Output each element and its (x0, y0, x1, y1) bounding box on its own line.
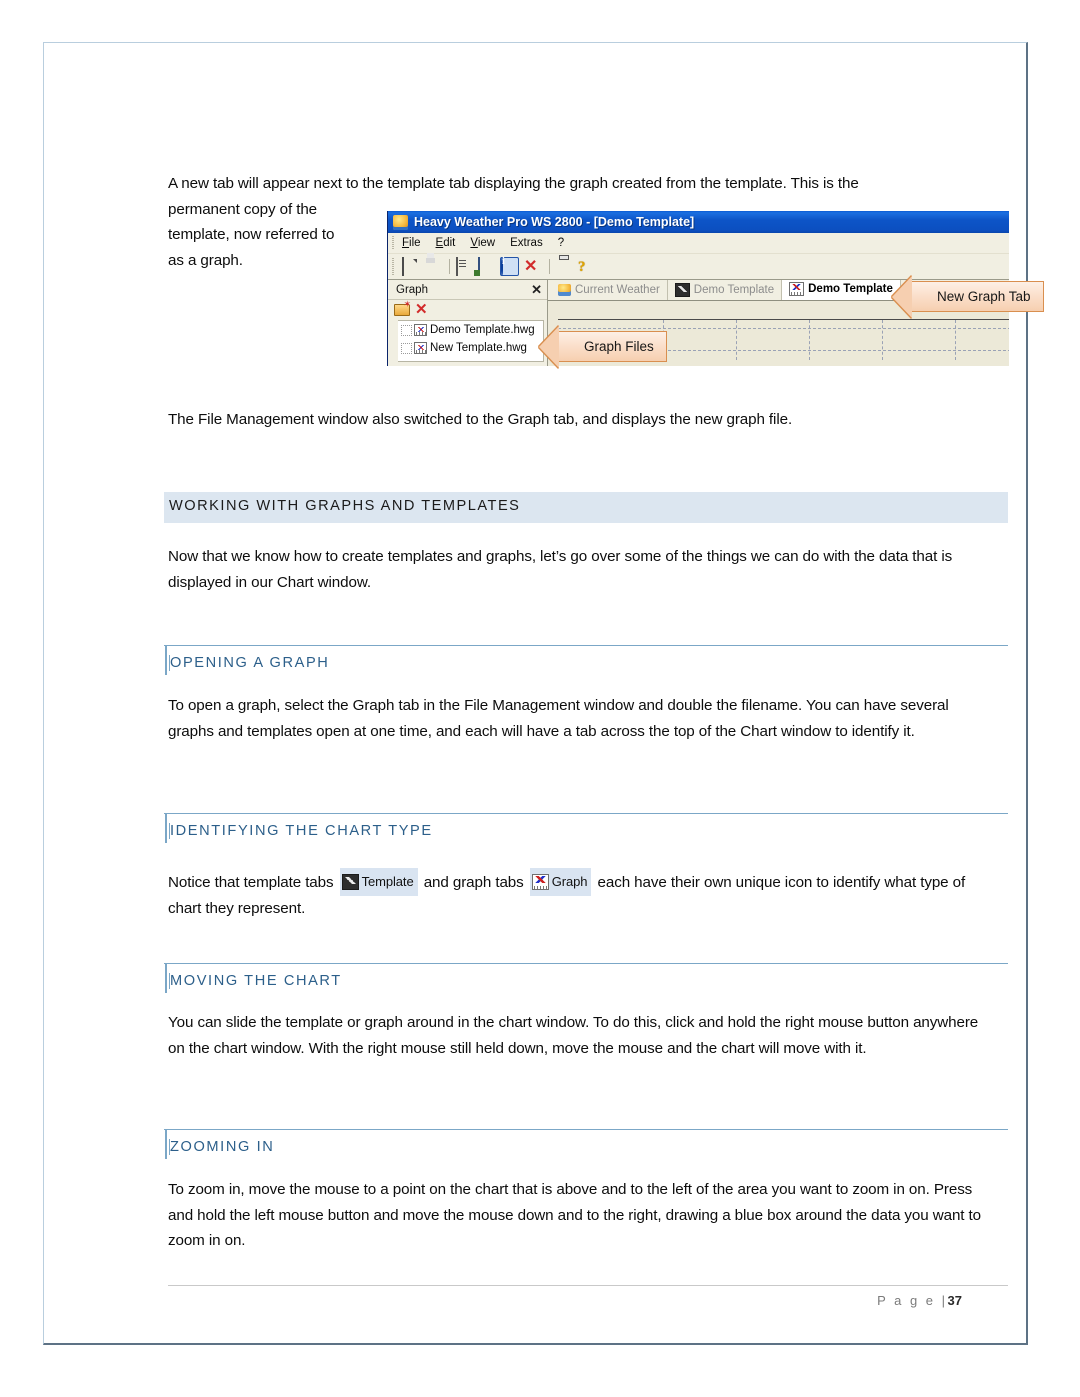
gridline-vertical (882, 320, 883, 360)
template-tab-chip: Template (339, 868, 418, 896)
tab-label: Current Weather (575, 284, 660, 296)
graph-tab-chip: Graph (529, 868, 592, 896)
toolbar-separator-1 (449, 259, 450, 274)
page-number-footer: P a g e |37 (877, 1293, 962, 1308)
gridline-horizontal (558, 328, 1009, 329)
arrow-left-icon (892, 276, 912, 318)
toolbar-separator-2 (549, 259, 550, 274)
help-icon[interactable]: ? (578, 258, 595, 275)
paragraph-zooming-in: To zoom in, move the mouse to a point on… (168, 1181, 982, 1249)
section-heading: OPENING A GRAPH (165, 645, 1008, 675)
graph-file-list: Demo Template.hwg New Template.hwg (398, 320, 544, 362)
list-item[interactable]: Demo Template.hwg (398, 321, 543, 339)
graph-icon (531, 873, 549, 890)
page-number: 37 (947, 1293, 962, 1308)
divider (164, 645, 1008, 646)
file-management-panel: Graph ✕ ✕ Demo Template.hwg New Template… (388, 280, 548, 366)
menu-item-edit[interactable]: Edit (436, 237, 456, 249)
section-opening-a-graph: OPENING A GRAPH (164, 645, 1008, 675)
file-panel-toolbar: ✕ (388, 300, 547, 319)
app-title-text: Heavy Weather Pro WS 2800 - [Demo Templa… (414, 215, 695, 229)
intro-line-4: as a graph. (168, 251, 243, 269)
callout-text: Graph Files (584, 339, 654, 354)
gridline-vertical (955, 320, 956, 360)
footer-divider (168, 1285, 1008, 1286)
section-heading: IDENTIFYING THE CHART TYPE (165, 813, 1008, 843)
close-icon[interactable]: ✕ (531, 283, 542, 296)
intro-line-1: A new tab will appear next to the templa… (168, 175, 859, 192)
tab-demo-template[interactable]: Demo Template (667, 280, 783, 300)
list-item[interactable]: New Template.hwg (398, 339, 543, 357)
new-document-icon[interactable] (402, 257, 419, 276)
paragraph-opening-a-graph: To open a graph, select the Graph tab in… (168, 697, 949, 740)
page-title: WORKING WITH GRAPHS AND TEMPLATES (169, 498, 521, 514)
divider (164, 963, 1008, 964)
document-page: A new tab will appear next to the templa… (43, 42, 1044, 1345)
paragraph-file-management: The File Management window also switched… (168, 411, 793, 428)
graph-file-icon (414, 324, 427, 336)
text-fragment-2: and graph tabs (423, 873, 524, 891)
section-heading: MOVING THE CHART (165, 963, 1008, 993)
paragraph-moving-the-chart: You can slide the template or graph arou… (168, 1014, 979, 1057)
device-settings-icon[interactable] (478, 257, 495, 276)
section-heading: ZOOMING IN (165, 1129, 1008, 1159)
app-logo-icon (393, 214, 408, 230)
section-heading-band: WORKING WITH GRAPHS AND TEMPLATES (164, 492, 1008, 523)
menu-item-extras[interactable]: Extras (510, 237, 543, 249)
print-icon[interactable] (556, 258, 573, 275)
file-name: New Template.hwg (430, 342, 527, 354)
paragraph-working-with-graphs: Now that we know how to create templates… (168, 548, 953, 591)
app-title-bar: Heavy Weather Pro WS 2800 - [Demo Templa… (388, 211, 1009, 233)
section-moving-the-chart: MOVING THE CHART (164, 963, 1008, 993)
info-icon[interactable] (500, 257, 519, 276)
text-fragment-1: Notice that template tabs (168, 873, 334, 891)
callout-new-graph-tab: New Graph Tab (892, 276, 1044, 318)
section-zooming-in: ZOOMING IN (164, 1129, 1008, 1159)
properties-icon[interactable] (456, 257, 473, 276)
chip-label: Graph (551, 874, 588, 889)
new-folder-icon[interactable] (394, 300, 411, 316)
gridline-vertical (809, 320, 810, 360)
graph-icon (789, 282, 805, 296)
divider (164, 813, 1008, 814)
file-name: Demo Template.hwg (430, 324, 535, 336)
tab-label: Demo Template (693, 284, 775, 296)
template-icon (341, 873, 359, 890)
save-icon[interactable] (424, 258, 441, 275)
callout-text: New Graph Tab (937, 289, 1031, 304)
section-identifying-chart-type: IDENTIFYING THE CHART TYPE (164, 813, 1008, 843)
intro-line-3: template, now referred to (168, 226, 335, 243)
divider (164, 1129, 1008, 1130)
paragraph-identifying-chart-type: Notice that template tabs Template and g… (168, 868, 996, 921)
callout-graph-files: Graph Files (539, 326, 667, 368)
graph-file-icon (414, 342, 427, 354)
delete-icon[interactable]: ✕ (524, 258, 541, 275)
footer-prefix: P a g e | (877, 1293, 948, 1308)
arrow-left-icon (539, 326, 559, 368)
weather-icon (558, 284, 571, 296)
app-menu-bar: File Edit View Extras ? (388, 233, 1009, 254)
chip-label: Template (361, 874, 414, 889)
template-icon (674, 283, 690, 297)
tab-current-weather[interactable]: Current Weather (551, 280, 668, 300)
intro-line-2: permanent copy of the (168, 200, 318, 218)
menu-item-view[interactable]: View (470, 237, 495, 249)
menu-item-file[interactable]: File (402, 237, 421, 249)
file-panel-header: Graph ✕ (388, 280, 547, 300)
app-toolbar: ✕ ? (388, 254, 1009, 280)
file-panel-tab-graph[interactable]: Graph (396, 284, 428, 296)
tab-label: Demo Template (808, 283, 893, 295)
menu-item-help[interactable]: ? (558, 237, 564, 249)
tab-demo-template-graph[interactable]: Demo Template (782, 280, 901, 300)
gridline-vertical (736, 320, 737, 360)
delete-icon[interactable]: ✕ (415, 302, 428, 317)
